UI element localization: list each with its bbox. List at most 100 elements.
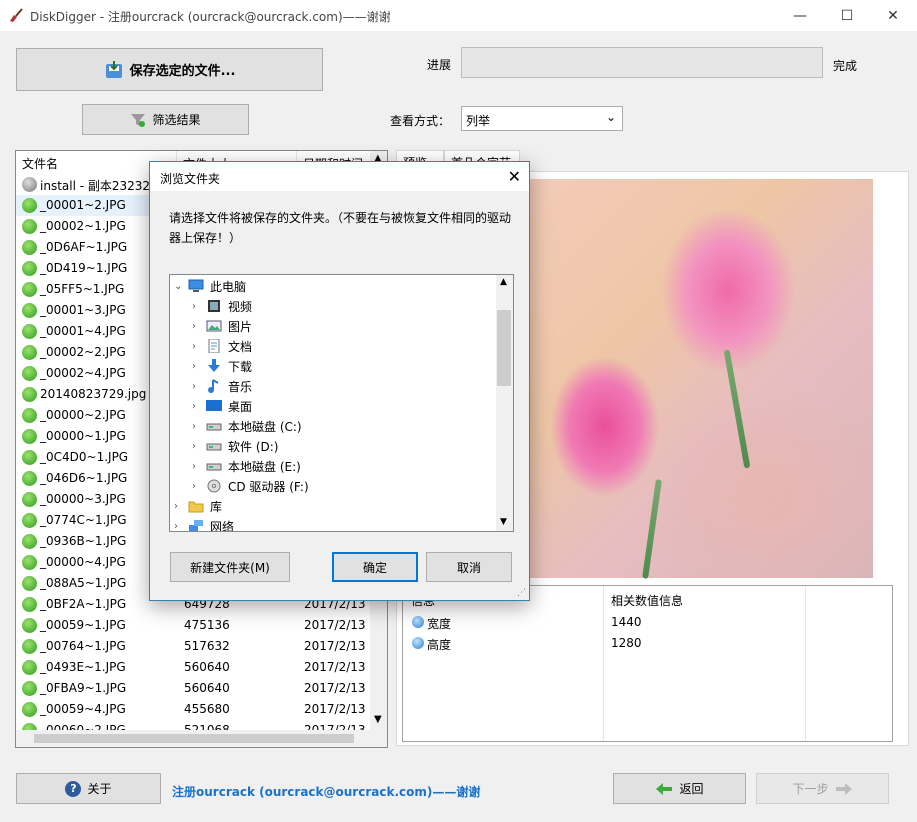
- folder-tree-item[interactable]: › 图片: [192, 316, 252, 336]
- file-name: _00000~4.JPG: [40, 555, 126, 569]
- save-selected-button[interactable]: 保存选定的文件...: [16, 48, 323, 91]
- folder-tree[interactable]: ⌄ 此电脑 › 视频 › 图片 › 文档 › 下载 › 音乐 › 桌面 › 本地磁盘 (C:) › 软件 (D:)…: [169, 274, 514, 532]
- folder-tree-item[interactable]: › CD 驱动器 (F:): [192, 476, 309, 496]
- file-list-horizontal-scrollbar[interactable]: [16, 730, 387, 747]
- table-row[interactable]: _00059~4.JPG 455680 2017/2/13: [16, 699, 371, 720]
- resize-grip-icon[interactable]: ⋰: [517, 588, 526, 598]
- folder-tree-label: 库: [210, 499, 223, 514]
- chevron-right-icon[interactable]: ›: [174, 501, 188, 512]
- file-name: _0C4D0~1.JPG: [40, 450, 129, 464]
- chevron-right-icon[interactable]: ›: [192, 381, 206, 392]
- folder-tree-item[interactable]: › 本地磁盘 (E:): [192, 456, 301, 476]
- file-name: _0774C~1.JPG: [40, 513, 127, 527]
- scroll-down-icon[interactable]: ▼: [500, 517, 507, 527]
- hard-drive-icon: [206, 459, 222, 473]
- tree-scroll-thumb[interactable]: [497, 310, 511, 386]
- network-icon: [188, 519, 204, 531]
- chevron-right-icon[interactable]: ›: [192, 441, 206, 452]
- chevron-down-icon: ⌄: [605, 110, 616, 124]
- file-status-green-icon: [22, 555, 37, 570]
- file-name: _0936B~1.JPG: [40, 534, 127, 548]
- folder-tree-item[interactable]: › 软件 (D:): [192, 436, 278, 456]
- file-status-gray-icon: [22, 177, 37, 192]
- file-name: _0D6AF~1.JPG: [40, 240, 128, 254]
- arrow-right-icon: [835, 782, 853, 796]
- file-status-green-icon: [22, 450, 37, 465]
- file-name: _0BF2A~1.JPG: [40, 597, 127, 611]
- file-name: install - 副本232323: [40, 179, 158, 193]
- table-row[interactable]: _0493E~1.JPG 560640 2017/2/13: [16, 657, 371, 678]
- new-folder-button[interactable]: 新建文件夹(M): [170, 552, 290, 582]
- horizontal-scroll-thumb[interactable]: [34, 734, 354, 743]
- dialog-close-icon[interactable]: ✕: [508, 167, 521, 186]
- back-button[interactable]: 返回: [613, 773, 746, 804]
- help-icon: ?: [65, 780, 82, 797]
- folder-tree-label: 视频: [228, 299, 253, 314]
- file-name: _05FF5~1.JPG: [40, 282, 125, 296]
- file-name: _0FBA9~1.JPG: [40, 681, 127, 695]
- ok-button[interactable]: 确定: [332, 552, 418, 582]
- minimize-button[interactable]: —: [777, 0, 823, 31]
- folder-tree-item[interactable]: › 本地磁盘 (C:): [192, 416, 302, 436]
- scroll-down-icon[interactable]: ▼: [374, 714, 382, 725]
- progress-bar: [461, 47, 823, 78]
- folder-tree-label: 桌面: [228, 399, 253, 414]
- next-button[interactable]: 下一步: [756, 773, 889, 804]
- maximize-button[interactable]: ☐: [824, 0, 870, 31]
- music-note-icon: [206, 379, 222, 393]
- save-disk-icon: [104, 60, 124, 80]
- chevron-right-icon[interactable]: ›: [192, 321, 206, 332]
- registration-link[interactable]: 注册ourcrack (ourcrack@ourcrack.com)——谢谢: [172, 783, 480, 800]
- file-size: 560640: [184, 681, 230, 695]
- folder-tree-scrollbar[interactable]: ▲ ▼: [496, 275, 513, 531]
- file-status-green-icon: [22, 471, 37, 486]
- folder-tree-item[interactable]: › 音乐: [192, 376, 252, 396]
- folder-tree-item[interactable]: ⌄ 此电脑: [174, 276, 246, 296]
- view-mode-select[interactable]: 列举 ⌄: [461, 106, 623, 131]
- file-name: _00000~3.JPG: [40, 492, 126, 506]
- chevron-right-icon[interactable]: ›: [192, 461, 206, 472]
- filter-results-button[interactable]: 筛选结果: [82, 104, 249, 135]
- table-row[interactable]: _0FBA9~1.JPG 560640 2017/2/13: [16, 678, 371, 699]
- file-date: 2017/2/13: [304, 660, 366, 674]
- view-mode-label: 查看方式：: [390, 114, 451, 128]
- chevron-right-icon[interactable]: ›: [192, 421, 206, 432]
- cancel-button[interactable]: 取消: [426, 552, 512, 582]
- folder-tree-item[interactable]: › 桌面: [192, 396, 252, 416]
- about-button[interactable]: ? 关于: [16, 773, 161, 804]
- chevron-right-icon[interactable]: ›: [192, 361, 206, 372]
- chevron-right-icon[interactable]: ›: [192, 401, 206, 412]
- folder-tree-item[interactable]: › 网络: [174, 516, 234, 532]
- folder-tree-label: 图片: [228, 319, 253, 334]
- save-selected-label: 保存选定的文件...: [129, 64, 236, 79]
- chevron-right-icon[interactable]: ›: [192, 301, 206, 312]
- info-value-height: 1280: [611, 636, 642, 650]
- file-status-green-icon: [22, 618, 37, 633]
- table-row[interactable]: _00764~1.JPG 517632 2017/2/13: [16, 636, 371, 657]
- cd-drive-icon: [206, 479, 222, 493]
- chevron-down-icon[interactable]: ⌄: [174, 281, 188, 292]
- scroll-up-icon[interactable]: ▲: [500, 277, 507, 287]
- file-status-green-icon: [22, 324, 37, 339]
- table-row[interactable]: _00059~1.JPG 475136 2017/2/13: [16, 615, 371, 636]
- chevron-right-icon[interactable]: ›: [192, 481, 206, 492]
- file-date: 2017/2/13: [304, 618, 366, 632]
- dialog-title: 浏览文件夹: [160, 172, 221, 186]
- chevron-right-icon[interactable]: ›: [192, 341, 206, 352]
- progress-label: 进展: [427, 58, 452, 72]
- preview-image: [529, 179, 873, 579]
- hard-drive-icon: [206, 419, 222, 433]
- folder-tree-item[interactable]: › 视频: [192, 296, 252, 316]
- file-status-green-icon: [22, 492, 37, 507]
- next-label: 下一步: [792, 782, 829, 796]
- file-name: _00059~1.JPG: [40, 618, 126, 632]
- folder-tree-label: 音乐: [228, 379, 253, 394]
- folder-tree-item[interactable]: › 下载: [192, 356, 252, 376]
- view-mode-value: 列举: [466, 114, 491, 128]
- chevron-right-icon[interactable]: ›: [174, 521, 188, 532]
- folder-tree-item[interactable]: › 文档: [192, 336, 252, 356]
- file-size: 517632: [184, 639, 230, 653]
- close-button[interactable]: ✕: [870, 0, 916, 31]
- folder-tree-item[interactable]: › 库: [174, 496, 222, 516]
- file-status-green-icon: [22, 282, 37, 297]
